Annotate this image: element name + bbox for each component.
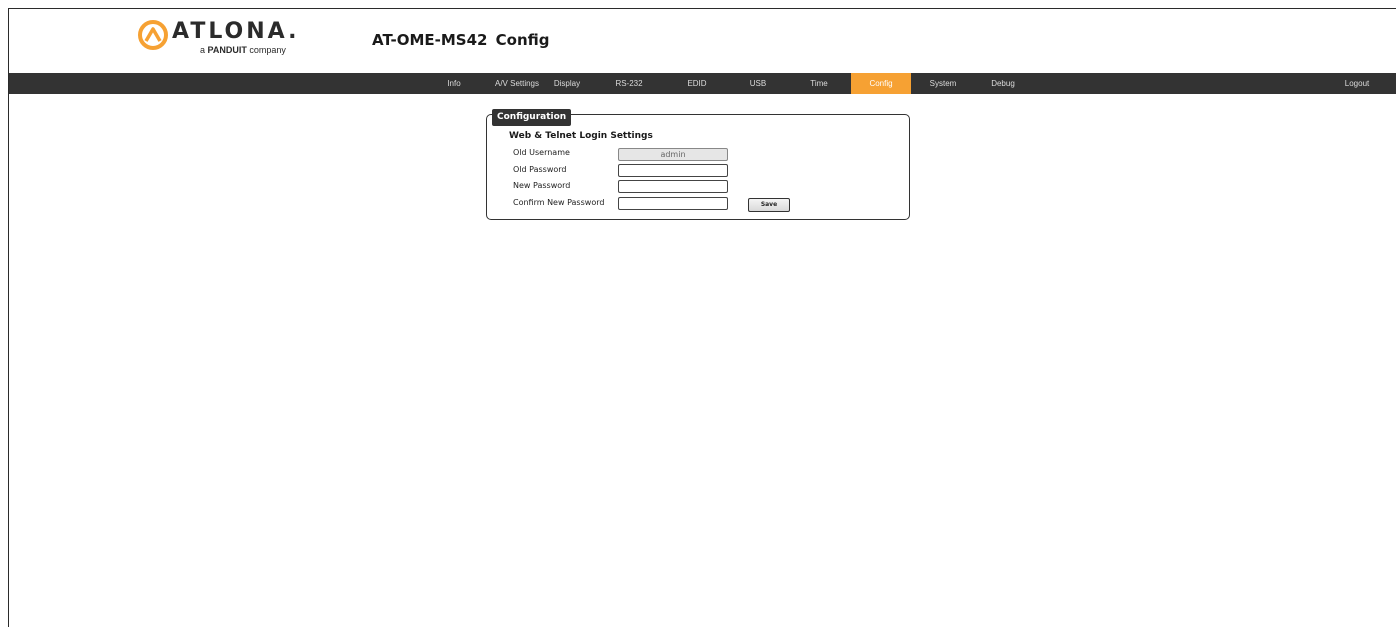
old-username-label: Old Username <box>513 148 570 157</box>
atlona-logo-icon <box>138 20 168 50</box>
nav-item-usb[interactable]: USB <box>741 73 775 94</box>
nav-item-info[interactable]: Info <box>439 73 469 94</box>
nav-item-config[interactable]: Config <box>851 73 911 94</box>
page-title: AT-OME-MS42 Config <box>372 31 550 49</box>
new-password-field[interactable] <box>618 180 728 193</box>
nav-item-time[interactable]: Time <box>801 73 837 94</box>
logo-tagline: a PANDUIT company <box>200 45 286 55</box>
nav-item-system[interactable]: System <box>921 73 965 94</box>
save-button[interactable]: Save <box>748 198 790 212</box>
nav-item-display[interactable]: Display <box>545 73 589 94</box>
confirm-password-label: Confirm New Password <box>513 198 605 207</box>
logout-link[interactable]: Logout <box>1334 73 1380 94</box>
atlona-logo: ATLONA. a PANDUIT company <box>138 19 308 60</box>
login-settings-title: Web & Telnet Login Settings <box>509 131 653 141</box>
logo-wordmark: ATLONA. <box>172 19 300 44</box>
configuration-legend: Configuration <box>492 109 572 126</box>
nav-item-rs232[interactable]: RS-232 <box>609 73 649 94</box>
page-frame <box>8 8 1396 627</box>
nav-item-av-settings[interactable]: A/V Settings <box>487 73 547 94</box>
old-password-label: Old Password <box>513 165 567 174</box>
nav-item-debug[interactable]: Debug <box>983 73 1023 94</box>
old-password-field[interactable] <box>618 164 728 177</box>
confirm-password-field[interactable] <box>618 197 728 210</box>
old-username-field <box>618 148 728 161</box>
new-password-label: New Password <box>513 181 571 190</box>
nav-bar: Info A/V Settings Display RS-232 EDID US… <box>9 73 1396 94</box>
nav-item-edid[interactable]: EDID <box>679 73 715 94</box>
